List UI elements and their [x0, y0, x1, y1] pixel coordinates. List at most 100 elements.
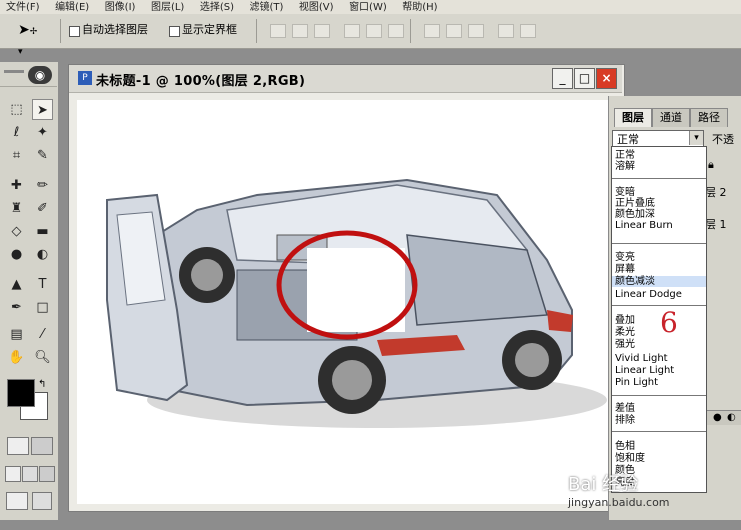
blur-tool-icon[interactable]: ● [6, 244, 27, 265]
auto-select-label: 自动选择图层 [82, 23, 148, 36]
blend-option[interactable]: 正片叠底 [615, 198, 655, 209]
distribute-top-icon[interactable] [424, 24, 440, 38]
options-separator [60, 19, 61, 43]
blend-option[interactable]: 变亮 [615, 252, 635, 263]
blend-option[interactable]: 饱和度 [615, 453, 645, 464]
maximize-button[interactable]: □ [574, 68, 595, 89]
adobe-online-icon[interactable]: ◉ [28, 66, 52, 84]
move-tool-button[interactable]: ➤ [32, 99, 53, 120]
align-top-icon[interactable] [270, 24, 286, 38]
standard-mode-icon[interactable] [7, 437, 29, 455]
screen-mode-full-menu-icon[interactable] [22, 466, 38, 482]
align-middle-icon[interactable] [292, 24, 308, 38]
shape-tool-icon[interactable]: □ [32, 297, 53, 318]
marquee-tool-icon[interactable]: ⬚ [6, 99, 27, 120]
toolbox-grip-icon [4, 70, 24, 73]
blend-mode-select[interactable]: 正常 ▾ [612, 130, 704, 147]
eraser-tool-icon[interactable]: ◇ [6, 221, 27, 242]
blend-option[interactable]: 叠加 [615, 315, 635, 326]
add-style-icon[interactable]: ● [713, 412, 722, 423]
jump-to-imageready-alt-icon[interactable] [32, 492, 52, 510]
swap-colors-icon[interactable]: ↰ [38, 379, 46, 390]
foreground-color-swatch-top[interactable] [7, 379, 35, 407]
blend-option[interactable]: 颜色加深 [615, 209, 655, 220]
path-select-icon[interactable]: ▲ [6, 274, 27, 295]
blend-group-separator [612, 243, 706, 244]
screen-mode-standard-icon[interactable] [5, 466, 21, 482]
auto-select-checkbox[interactable] [69, 26, 80, 37]
layer-row-1[interactable]: 层 1 [705, 216, 741, 234]
history-brush-icon[interactable]: ✐ [32, 198, 53, 219]
align-center-icon[interactable] [366, 24, 382, 38]
distribute-left-icon[interactable] [498, 24, 514, 38]
move-tool-icon[interactable]: ➤✢ ▾ [18, 21, 42, 57]
blend-group-separator [612, 431, 706, 432]
magic-wand-icon[interactable]: ✦ [32, 122, 53, 143]
blend-option[interactable]: 色相 [615, 441, 635, 452]
chevron-down-icon[interactable]: ▾ [689, 131, 703, 145]
blend-option[interactable]: 柔光 [615, 327, 635, 338]
hand-tool-icon[interactable]: ✋ [6, 347, 27, 368]
blend-group-separator [612, 178, 706, 179]
gradient-tool-icon[interactable]: ▬ [32, 221, 53, 242]
show-transform-label: 显示定界框 [182, 23, 237, 36]
crop-tool-icon[interactable]: ⌗ [6, 145, 27, 166]
blend-option[interactable]: 正常 [615, 150, 635, 161]
tab-layers[interactable]: 图层 [614, 108, 652, 127]
distribute-middle-icon[interactable] [446, 24, 462, 38]
quickmask-mode-icon[interactable] [31, 437, 53, 455]
menu-edit[interactable]: 编辑(E) [49, 2, 95, 14]
menu-help[interactable]: 帮助(H) [396, 2, 443, 14]
toolbox-header: ◉ [0, 64, 57, 87]
opacity-label: 不透 [712, 133, 734, 146]
tab-channels[interactable]: 通道 [652, 108, 690, 127]
menu-image[interactable]: 图像(I) [99, 2, 142, 14]
zoom-tool-icon[interactable]: 🔍︎ [32, 347, 53, 368]
notes-tool-icon[interactable]: ▤ [6, 324, 27, 345]
jump-to-imageready-icon[interactable] [6, 492, 28, 510]
menu-filter[interactable]: 滤镜(T) [243, 2, 289, 14]
layer-row-2[interactable]: 层 2 [705, 184, 741, 202]
blend-option[interactable]: 差值 [615, 403, 635, 414]
align-left-icon[interactable] [344, 24, 360, 38]
show-transform-checkbox[interactable] [169, 26, 180, 37]
menu-select[interactable]: 选择(S) [194, 2, 240, 14]
tab-paths[interactable]: 路径 [690, 108, 728, 127]
blend-option[interactable]: 强光 [615, 339, 635, 350]
blend-option[interactable]: 排除 [615, 415, 635, 426]
blend-option[interactable]: 溶解 [615, 161, 635, 172]
blend-option-highlighted[interactable]: 颜色减淡 [612, 276, 706, 287]
blend-option[interactable]: Linear Burn [615, 220, 673, 231]
blend-option[interactable]: 屏幕 [615, 264, 635, 275]
slice-tool-icon[interactable]: ✎ [32, 145, 53, 166]
minimize-button[interactable]: _ [552, 68, 573, 89]
document-canvas[interactable] [77, 100, 610, 504]
distribute-right-icon[interactable] [520, 24, 536, 38]
baidu-watermark: Bai 经验 jingyan.baidu.com [568, 470, 670, 509]
brush-tool-icon[interactable]: ✏ [32, 175, 53, 196]
blend-option[interactable]: 变暗 [615, 187, 635, 198]
blend-option[interactable]: Pin Light [615, 377, 658, 388]
clone-stamp-icon[interactable]: ♜ [6, 198, 27, 219]
lasso-tool-icon[interactable]: ℓ [6, 122, 27, 143]
dodge-tool-icon[interactable]: ◐ [32, 244, 53, 265]
distribute-bottom-icon[interactable] [468, 24, 484, 38]
align-bottom-icon[interactable] [314, 24, 330, 38]
menu-view[interactable]: 视图(V) [293, 2, 340, 14]
pen-tool-icon[interactable]: ✒ [6, 297, 27, 318]
add-mask-icon[interactable]: ◐ [727, 412, 736, 423]
blend-option[interactable]: Linear Light [615, 365, 674, 376]
blend-mode-dropdown-list: 正常 溶解 变暗 正片叠底 颜色加深 Linear Burn 变亮 屏幕 颜色减… [611, 146, 707, 493]
blend-option[interactable]: Vivid Light [615, 353, 668, 364]
lock-icon[interactable]: 🔒︎ [708, 158, 714, 172]
menu-file[interactable]: 文件(F) [0, 2, 46, 14]
healing-brush-icon[interactable]: ✚ [6, 175, 27, 196]
close-button[interactable]: × [596, 68, 617, 89]
blend-option[interactable]: Linear Dodge [615, 289, 682, 300]
type-tool-icon[interactable]: T [32, 274, 53, 295]
align-right-icon[interactable] [388, 24, 404, 38]
menu-layer[interactable]: 图层(L) [145, 2, 190, 14]
eyedropper-icon[interactable]: ⁄ [32, 324, 53, 345]
screen-mode-full-icon[interactable] [39, 466, 55, 482]
menu-window[interactable]: 窗口(W) [343, 2, 393, 14]
